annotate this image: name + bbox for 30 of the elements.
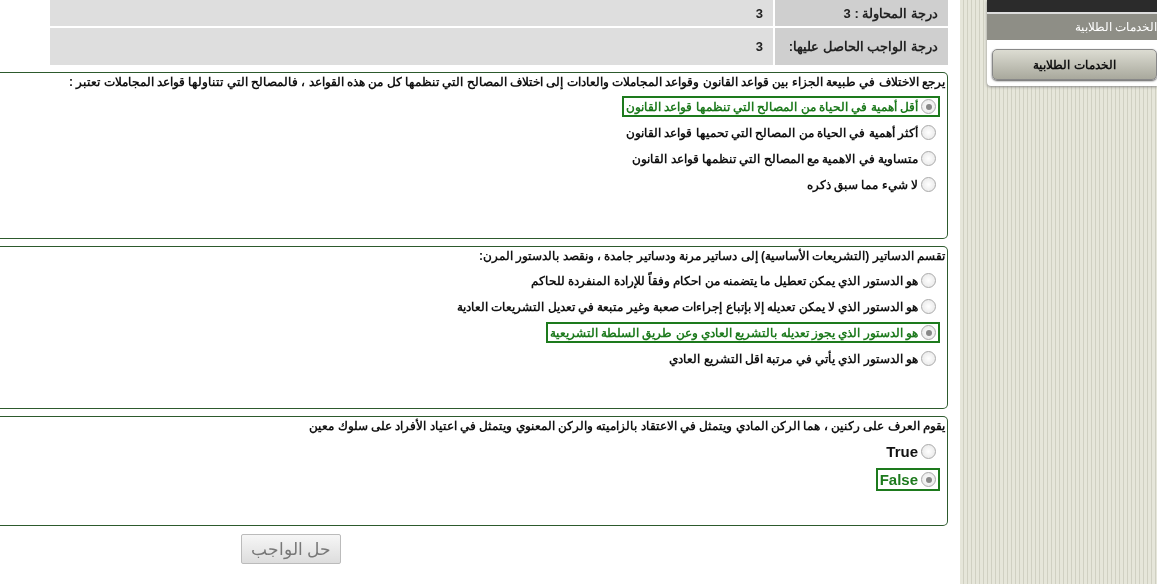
question-text: يرجع الاختلاف في طبيعة الجزاء بين قواعد القانون وقواعد المجاملات والعادات إلى اختلاف المصالح التي تنظمها كل من هذه القواعد ، فالمصالح التي تتناولها قواعد المجاملات تعتبر :	[68, 75, 947, 89]
answer-option[interactable]: True	[882, 440, 940, 463]
answer-option[interactable]: هو الدستور الذي يجوز تعديله بالتشريع العادي وعن طريق السلطة التشريعية	[545, 322, 940, 343]
radio-button[interactable]	[921, 444, 936, 459]
answer-option[interactable]: هو الدستور الذي يمكن تعطيل ما يتضمنه من احكام وفقاً للإرادة المنفردة للحاكم	[527, 270, 940, 291]
answer-option[interactable]: متساوية في الاهمية مع المصالح التي تنظمها قواعد القانون	[628, 148, 940, 169]
question-text: تقسم الدساتير (التشريعات الأساسية) إلى دساتير مرنة ودساتير جامدة ، ونقصد بالدستور المرن:	[478, 249, 947, 263]
radio-button[interactable]	[921, 299, 936, 314]
radio-button[interactable]	[921, 472, 936, 487]
radio-button[interactable]	[921, 125, 936, 140]
radio-button[interactable]	[921, 273, 936, 288]
answer-option[interactable]: أكثر أهمية في الحياة من المصالح التي تحميها قواعد القانون	[622, 122, 940, 143]
radio-button[interactable]	[921, 177, 936, 192]
sidebar-button[interactable]: الخدمات الطلابية	[992, 49, 1157, 80]
question-text: يقوم العرف على ركنين ، هما الركن المادي ويتمثل في الاعتقاد بالزاميته والركن المعنوي ويتمثل في اعتياد الأفراد على سلوك معين	[308, 419, 947, 433]
score-label: درجة الواجب الحاصل عليها:	[775, 28, 948, 65]
radio-button[interactable]	[921, 151, 936, 166]
answer-option[interactable]: False	[875, 468, 940, 491]
radio-button[interactable]	[921, 351, 936, 366]
score-value: 3	[50, 0, 773, 26]
radio-button[interactable]	[921, 325, 936, 340]
score-value: 3	[50, 28, 773, 65]
answer-option[interactable]: هو الدستور الذي يأتي في مرتبة اقل التشريع العادي	[665, 348, 940, 369]
radio-button[interactable]	[921, 99, 936, 114]
answer-option[interactable]: هو الدستور الذي لا يمكن تعديله إلا بإتباع إجراءات صعبة وغير متبعة في تعديل التشريعات العادية	[453, 296, 940, 317]
sidebar-title: الخدمات الطلابية	[987, 12, 1157, 40]
answer-option[interactable]: أقل أهمية في الحياة من المصالح التي تنظمها قواعد القانون	[622, 96, 940, 117]
score-label: درجة المحاولة : 3	[775, 0, 948, 26]
answer-option[interactable]: لا شيء مما سبق ذكره	[802, 174, 940, 195]
submit-button[interactable]: حل الواجب	[241, 534, 341, 564]
